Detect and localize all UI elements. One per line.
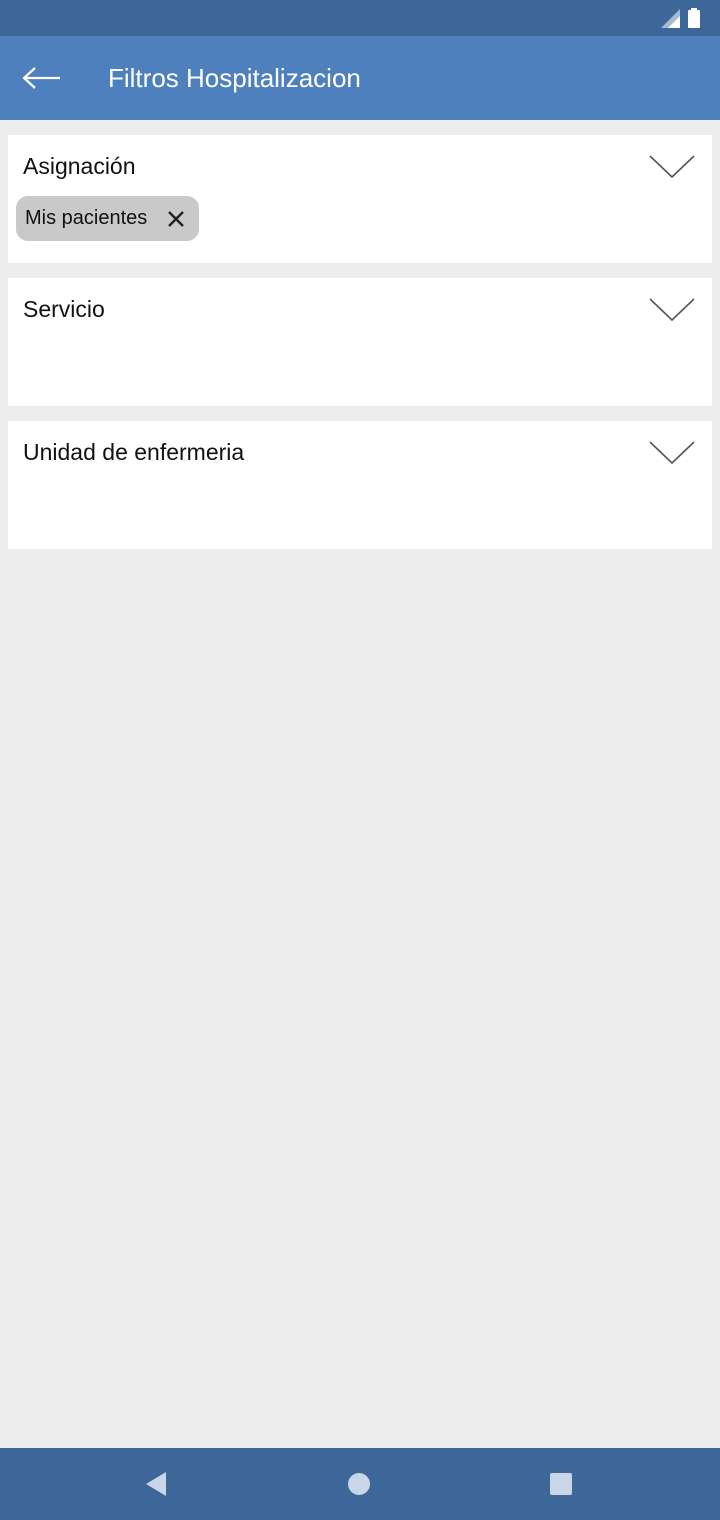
- signal-icon: [661, 9, 680, 28]
- nav-back-icon: [146, 1472, 166, 1496]
- battery-icon: [688, 8, 700, 28]
- chevron-down-icon: [649, 155, 695, 179]
- nav-recents-icon: [550, 1473, 572, 1495]
- back-arrow-icon: [22, 67, 60, 89]
- nav-recents-button[interactable]: [543, 1466, 579, 1502]
- close-icon: [168, 210, 185, 227]
- chevron-down-icon: [649, 441, 695, 465]
- status-icons: [660, 8, 700, 28]
- filter-card-unidad-enfermeria: Unidad de enfermeria: [8, 421, 712, 549]
- nav-home-icon: [348, 1473, 370, 1495]
- chevron-down-icon: [649, 298, 695, 322]
- status-bar: [0, 0, 720, 36]
- filter-title: Servicio: [23, 296, 105, 322]
- app-bar: Filtros Hospitalizacion: [0, 36, 720, 120]
- filter-title: Unidad de enfermeria: [23, 439, 245, 465]
- filter-chip: Mis pacientes: [16, 196, 200, 241]
- filter-card-servicio: Servicio: [8, 278, 712, 406]
- expand-toggle[interactable]: [644, 147, 700, 187]
- back-button[interactable]: [14, 54, 70, 102]
- navigation-bar: [0, 1448, 720, 1520]
- chip-remove-button[interactable]: [165, 208, 187, 230]
- filter-title: Asignación: [23, 153, 136, 179]
- nav-home-button[interactable]: [341, 1466, 377, 1502]
- filter-card-asignacion: Asignación Mis pacientes: [8, 135, 712, 263]
- chip-label: Mis pacientes: [25, 207, 148, 229]
- expand-toggle[interactable]: [644, 433, 700, 473]
- page-title: Filtros Hospitalizacion: [108, 63, 361, 93]
- expand-toggle[interactable]: [644, 290, 700, 330]
- nav-back-button[interactable]: [138, 1466, 174, 1502]
